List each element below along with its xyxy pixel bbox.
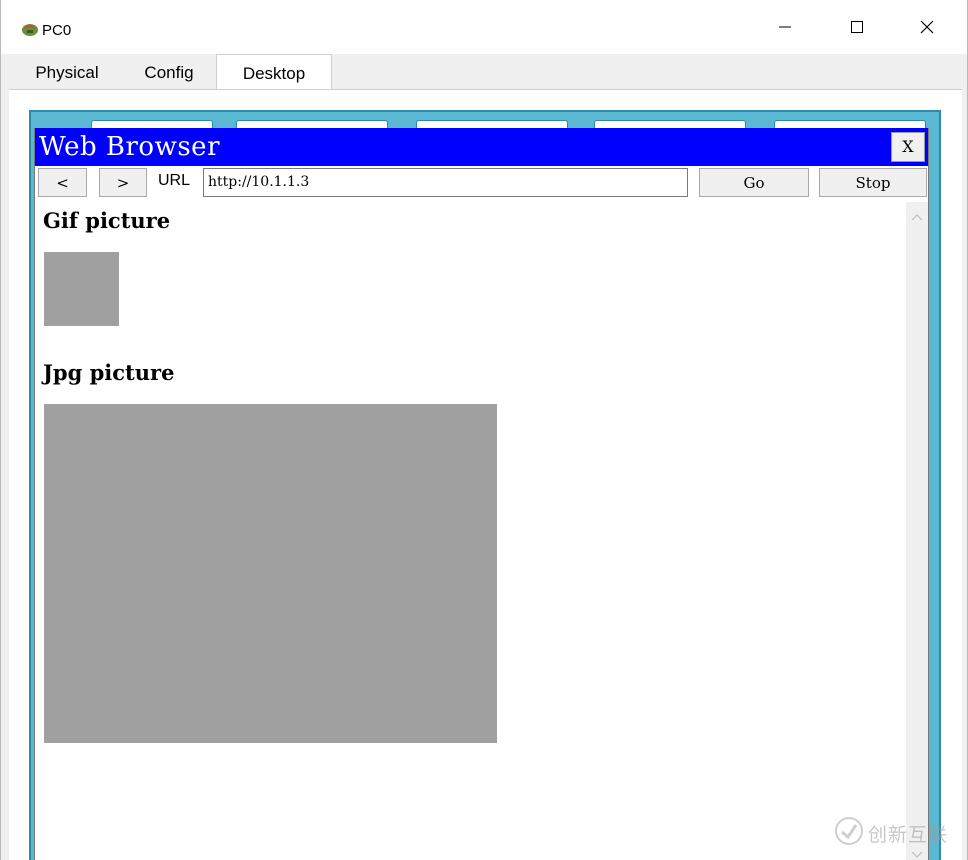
vertical-scrollbar[interactable] (906, 202, 928, 860)
minimize-icon (778, 20, 792, 39)
gif-heading: Gif picture (43, 208, 171, 233)
stop-button[interactable]: Stop (819, 168, 927, 197)
back-button[interactable]: < (38, 168, 87, 197)
maximize-button[interactable] (833, 10, 881, 48)
forward-button[interactable]: > (99, 168, 147, 197)
window-titlebar[interactable]: PC0 (1, 0, 967, 54)
minimize-button[interactable] (761, 10, 809, 48)
window-title: PC0 (42, 22, 72, 39)
watermark-text: 创新互联 (868, 825, 949, 846)
gif-image-placeholder (44, 252, 119, 326)
tab-config[interactable]: Config (122, 56, 216, 90)
tab-bar: Physical Config Desktop (1, 54, 967, 91)
jpg-heading: Jpg picture (43, 360, 175, 385)
maximize-icon (850, 20, 864, 39)
watermark: 创新互联 (834, 816, 948, 851)
chevron-right-icon: > (116, 173, 130, 192)
url-label: URL (158, 172, 191, 189)
browser-titlebar: Web Browser X (35, 128, 928, 166)
close-button[interactable] (903, 10, 951, 48)
pc0-window: PC0 Physical Config Desktop Web Browser … (0, 0, 968, 860)
scroll-up-icon[interactable] (911, 208, 923, 226)
tab-physical[interactable]: Physical (14, 56, 120, 90)
watermark-logo-icon (834, 816, 864, 851)
close-icon (919, 19, 935, 40)
jpg-image-placeholder (44, 404, 497, 743)
browser-navbar: < > URL http://10.1.1.3 Go Stop (35, 168, 928, 200)
browser-title: Web Browser (39, 132, 220, 162)
packet-tracer-pc-icon (21, 21, 39, 37)
web-browser-window: Web Browser X < > URL http://10.1.1.3 Go… (34, 128, 929, 860)
chevron-left-icon: < (56, 173, 69, 192)
go-button[interactable]: Go (699, 168, 809, 197)
browser-close-button[interactable]: X (891, 132, 925, 162)
tab-desktop[interactable]: Desktop (216, 54, 332, 91)
browser-page-content: Gif picture Jpg picture (35, 202, 928, 860)
url-input[interactable]: http://10.1.1.3 (203, 168, 688, 197)
